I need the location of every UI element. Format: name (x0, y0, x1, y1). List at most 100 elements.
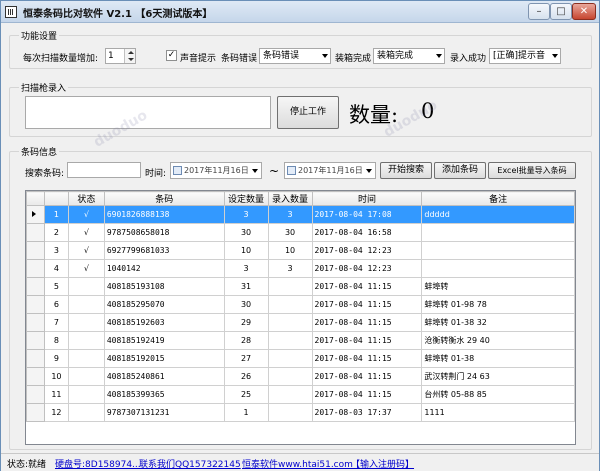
time-cell[interactable]: 2017-08-04 12:23 (311, 259, 423, 278)
time-cell[interactable]: 2017-08-04 11:15 (311, 331, 423, 350)
spin-arrows-icon[interactable] (124, 49, 135, 63)
register-link[interactable]: 【输入注册码】 (351, 457, 414, 470)
table-row[interactable]: 5 408185193108 31 2017-08-04 11:15 蚌埠转 (26, 277, 575, 296)
note-cell[interactable] (421, 259, 575, 278)
barcode-cell[interactable]: 408185192419 (103, 331, 225, 350)
barcode-cell[interactable]: 408185399365 (103, 385, 225, 404)
status-cell[interactable]: √ (67, 241, 105, 260)
row-number[interactable]: 1 (43, 205, 69, 224)
entered-quantity-cell[interactable] (267, 277, 313, 296)
note-cell[interactable]: 1111 (421, 403, 575, 422)
row-header[interactable] (26, 241, 45, 260)
table-row[interactable]: 11 408185399365 25 2017-08-04 11:15 台州转 05-8… (26, 385, 575, 404)
excel-import-button[interactable]: Excel批量导入条码 (488, 162, 576, 179)
row-header[interactable] (26, 205, 45, 224)
row-number[interactable]: 2 (43, 223, 69, 242)
time-cell[interactable]: 2017-08-04 12:23 (311, 241, 423, 260)
pack-complete-select[interactable]: 装箱完成 (373, 48, 445, 64)
row-header[interactable] (26, 367, 45, 386)
time-cell[interactable]: 2017-08-03 17:37 (311, 403, 423, 422)
row-number[interactable]: 8 (43, 331, 69, 350)
barcode-cell[interactable]: 408185295070 (103, 295, 225, 314)
row-header[interactable] (26, 349, 45, 368)
set-quantity-cell[interactable]: 31 (223, 277, 269, 296)
status-cell[interactable] (67, 331, 105, 350)
start-search-button[interactable]: 开始搜索 (380, 162, 432, 179)
scan-increment-stepper[interactable]: 1 (105, 48, 136, 64)
barcode-cell[interactable]: 408185240861 (103, 367, 225, 386)
barcode-cell[interactable]: 1040142 (103, 259, 225, 278)
column-header[interactable]: 状态 (67, 191, 105, 206)
set-quantity-cell[interactable]: 28 (223, 331, 269, 350)
set-quantity-cell[interactable]: 29 (223, 313, 269, 332)
time-cell[interactable]: 2017-08-04 11:15 (311, 295, 423, 314)
set-quantity-cell[interactable]: 30 (223, 223, 269, 242)
table-row[interactable]: 8 408185192419 28 2017-08-04 11:15 沧衡转衡水 29 … (26, 331, 575, 350)
table-row[interactable]: 3 √ 6927799681033 10 10 2017-08-04 12:23 (26, 241, 575, 260)
barcode-error-select[interactable]: 条码错误 (259, 48, 331, 64)
set-quantity-cell[interactable]: 10 (223, 241, 269, 260)
time-cell[interactable]: 2017-08-04 11:15 (311, 277, 423, 296)
entered-quantity-cell[interactable]: 10 (267, 241, 313, 260)
sound-checkbox[interactable]: ✓ (166, 50, 177, 61)
row-number[interactable]: 10 (43, 367, 69, 386)
row-number[interactable]: 3 (43, 241, 69, 260)
status-cell[interactable] (67, 349, 105, 368)
contact-link[interactable]: 联系我们QQ157322145 (139, 457, 241, 470)
set-quantity-cell[interactable]: 30 (223, 295, 269, 314)
note-cell[interactable]: 沧衡转衡水 29 40 (421, 331, 575, 350)
entry-success-select[interactable]: [正确]提示音 (489, 48, 561, 64)
entered-quantity-cell[interactable] (267, 331, 313, 350)
row-number[interactable]: 6 (43, 295, 69, 314)
row-header[interactable] (26, 385, 45, 404)
barcode-cell[interactable]: 6901826888138 (103, 205, 225, 224)
status-cell[interactable]: √ (67, 223, 105, 242)
date-from-picker[interactable]: 2017年11月16日 (170, 162, 262, 179)
entered-quantity-cell[interactable]: 30 (267, 223, 313, 242)
time-cell[interactable]: 2017-08-04 11:15 (311, 313, 423, 332)
row-header[interactable] (26, 313, 45, 332)
column-header[interactable]: 备注 (421, 191, 575, 206)
note-cell[interactable]: 蚌埠转 (421, 277, 575, 296)
row-header[interactable] (26, 295, 45, 314)
scan-input[interactable] (25, 96, 271, 129)
set-quantity-cell[interactable]: 25 (223, 385, 269, 404)
entered-quantity-cell[interactable]: 3 (267, 259, 313, 278)
table-row[interactable]: 1 √ 6901826888138 3 3 2017-08-04 17:08 ddddd (26, 205, 575, 224)
row-number[interactable]: 7 (43, 313, 69, 332)
entered-quantity-cell[interactable] (267, 349, 313, 368)
note-cell[interactable]: ddddd (421, 205, 575, 224)
set-quantity-cell[interactable]: 26 (223, 367, 269, 386)
status-cell[interactable] (67, 277, 105, 296)
barcode-table[interactable]: 状态 条码 设定数量 录入数量 时间 备注 1 √ 6901826888138 3 3 2… (25, 190, 576, 445)
note-cell[interactable]: 蚌埠转 01-38 32 (421, 313, 575, 332)
row-number[interactable]: 12 (43, 403, 69, 422)
row-number[interactable]: 11 (43, 385, 69, 404)
note-cell[interactable]: 台州转 05-88 85 (421, 385, 575, 404)
row-header[interactable] (26, 277, 45, 296)
note-cell[interactable] (421, 241, 575, 260)
column-header[interactable]: 录入数量 (267, 191, 313, 206)
status-cell[interactable] (67, 313, 105, 332)
note-cell[interactable]: 蚌埠转 01-98 78 (421, 295, 575, 314)
search-input[interactable] (67, 162, 141, 178)
disk-id-link[interactable]: 硬盘号:8D158974... (55, 457, 141, 470)
add-barcode-button[interactable]: 添加条码 (434, 162, 486, 179)
table-row[interactable]: 6 408185295070 30 2017-08-04 11:15 蚌埠转 01-98… (26, 295, 575, 314)
table-row[interactable]: 2 √ 9787508658018 30 30 2017-08-04 16:58 (26, 223, 575, 242)
barcode-cell[interactable]: 408185192603 (103, 313, 225, 332)
time-cell[interactable]: 2017-08-04 16:58 (311, 223, 423, 242)
set-quantity-cell[interactable]: 1 (223, 403, 269, 422)
column-header[interactable]: 条码 (103, 191, 225, 206)
date-to-picker[interactable]: 2017年11月16日 (284, 162, 376, 179)
entered-quantity-cell[interactable] (267, 385, 313, 404)
status-cell[interactable]: √ (67, 259, 105, 278)
column-header[interactable]: 时间 (311, 191, 423, 206)
barcode-cell[interactable]: 408185192015 (103, 349, 225, 368)
website-link[interactable]: 恒泰软件www.htai51.com (242, 457, 353, 470)
entered-quantity-cell[interactable]: 3 (267, 205, 313, 224)
set-quantity-cell[interactable]: 3 (223, 259, 269, 278)
entered-quantity-cell[interactable] (267, 367, 313, 386)
table-row[interactable]: 12 9787307131231 1 2017-08-03 17:37 1111 (26, 403, 575, 422)
row-header[interactable] (26, 403, 45, 422)
